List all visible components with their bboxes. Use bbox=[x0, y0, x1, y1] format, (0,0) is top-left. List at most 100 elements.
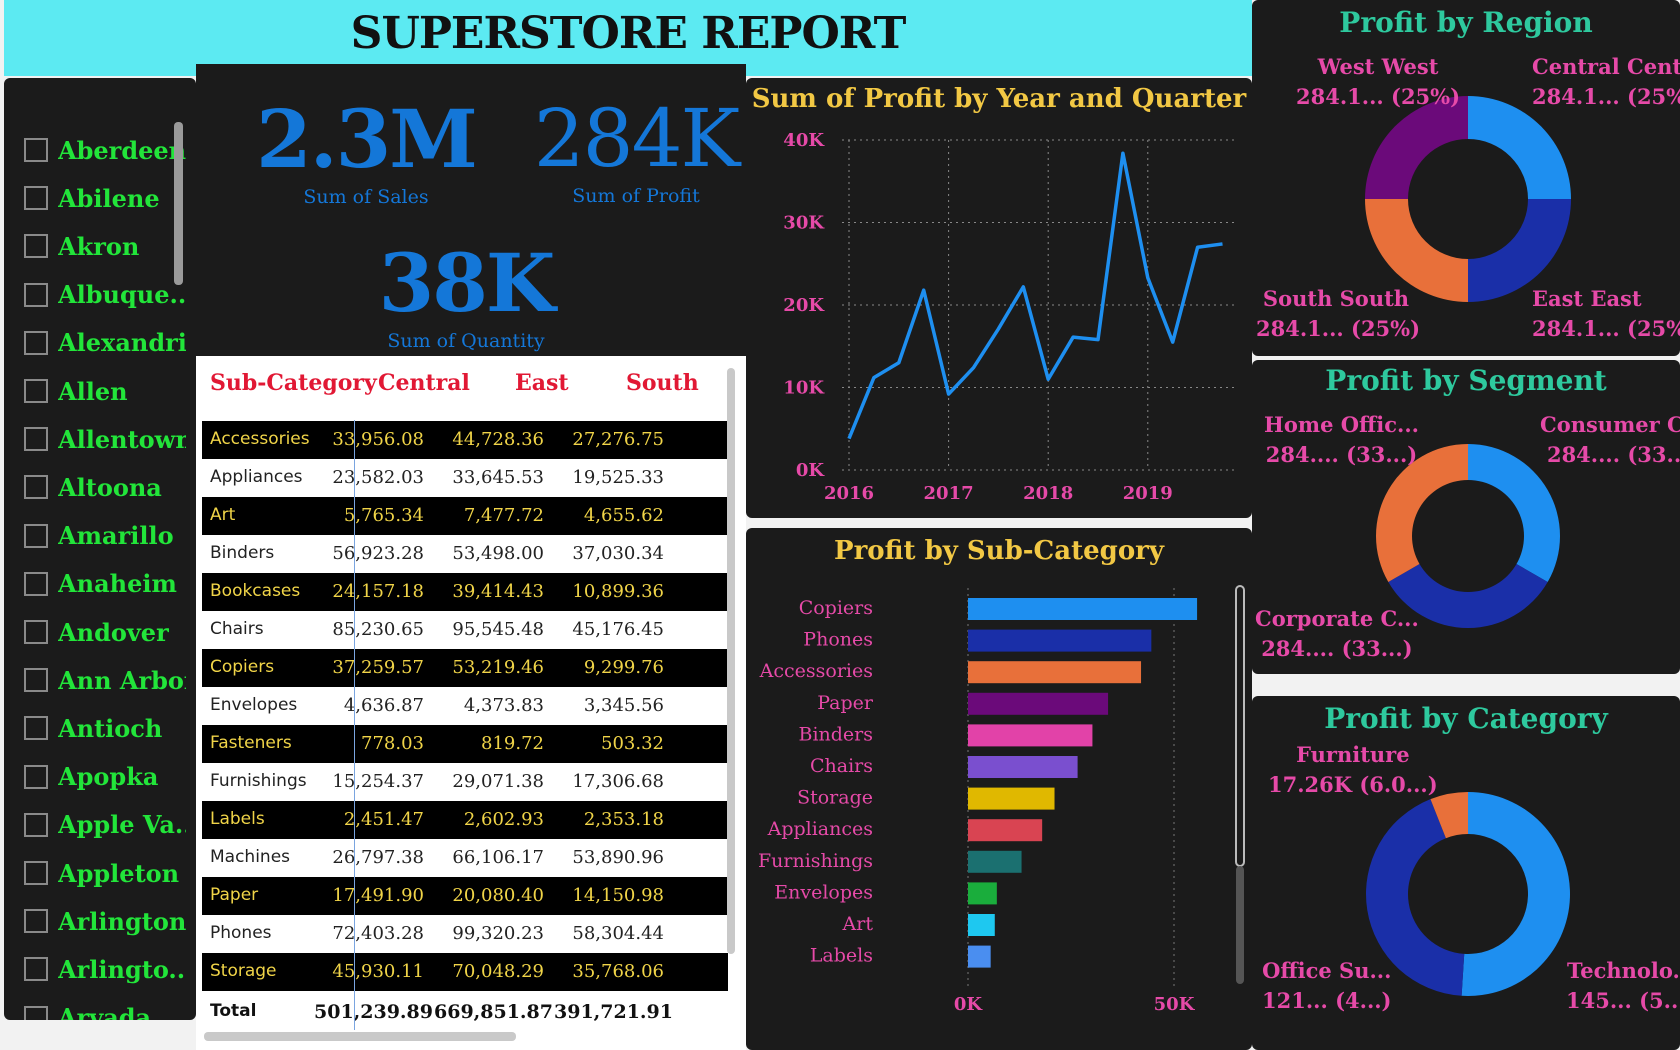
bar[interactable] bbox=[968, 629, 1152, 652]
col-header-south[interactable]: South bbox=[626, 370, 699, 396]
bar[interactable] bbox=[968, 819, 1043, 842]
profit-line[interactable] bbox=[847, 151, 1223, 440]
slicer-item[interactable]: Allentown bbox=[24, 419, 186, 459]
slicer-item[interactable]: Akron bbox=[24, 226, 186, 266]
table-row[interactable]: Fasteners 778.03 819.72 503.32 bbox=[202, 725, 728, 763]
profit-by-subcategory-chart[interactable]: Profit by Sub-Category 0K 50K Copiers Phone… bbox=[746, 528, 1252, 1050]
table-row[interactable]: Binders 56,923.28 53,498.00 37,030.34 bbox=[202, 535, 728, 573]
bar-chart-scroll-track[interactable] bbox=[1236, 866, 1244, 984]
checkbox[interactable] bbox=[24, 957, 48, 982]
table-vertical-scrollbar[interactable] bbox=[727, 368, 735, 954]
slicer-item[interactable]: Antioch bbox=[24, 708, 186, 748]
profit-by-segment-chart[interactable]: Profit by Segment Home Offic... 284.... (… bbox=[1252, 360, 1680, 674]
table-row[interactable]: Labels 2,451.47 2,602.93 2,353.18 bbox=[202, 801, 728, 839]
bar[interactable] bbox=[968, 692, 1109, 715]
slicer-item[interactable]: Arvada bbox=[24, 998, 186, 1020]
bar[interactable] bbox=[968, 598, 1198, 620]
x-tick-label: 50K bbox=[1154, 994, 1196, 1015]
slicer-item[interactable]: Andover bbox=[24, 612, 186, 652]
col-header-east[interactable]: East bbox=[515, 370, 569, 396]
table-row[interactable]: Accessories 33,956.08 44,728.36 27,276.75 bbox=[202, 421, 728, 459]
bar-chart-scrollbar[interactable] bbox=[1235, 585, 1245, 867]
slicer-item[interactable]: Appleton bbox=[24, 853, 186, 893]
bar[interactable] bbox=[968, 724, 1093, 747]
col-header-subcategory[interactable]: Sub-Category bbox=[210, 370, 377, 396]
table-row[interactable]: Art 5,765.34 7,477.72 4,655.62 bbox=[202, 497, 728, 535]
city-slicer[interactable]: Aberdeen Abilene Akron Albuque... Alexandri a… bbox=[4, 78, 196, 1020]
checkbox[interactable] bbox=[24, 668, 48, 693]
checkbox[interactable] bbox=[24, 1005, 48, 1020]
checkbox[interactable] bbox=[24, 716, 48, 741]
row-value: 17,306.68 bbox=[572, 771, 664, 792]
bar[interactable] bbox=[968, 882, 997, 905]
slicer-item[interactable]: Alexandria bbox=[24, 323, 186, 363]
slicer-item-label: Antioch bbox=[58, 713, 163, 743]
profit-by-category-chart[interactable]: Profit by Category Furniture 17.26K (6.0.… bbox=[1252, 696, 1680, 1050]
slicer-item[interactable]: Arlington bbox=[24, 901, 186, 941]
x-tick-label: 2019 bbox=[1123, 483, 1173, 504]
bar[interactable] bbox=[968, 661, 1142, 684]
slicer-item[interactable]: Albuque... bbox=[24, 275, 186, 315]
slicer-item[interactable]: Ann Arbor bbox=[24, 660, 186, 700]
table-row[interactable]: Machines 26,797.38 66,106.17 53,890.96 bbox=[202, 839, 728, 877]
slicer-item-label: Apple Va... bbox=[58, 810, 186, 840]
bar[interactable] bbox=[968, 756, 1078, 778]
slicer-item[interactable]: Apple Va... bbox=[24, 805, 186, 845]
row-value: 2,451.47 bbox=[343, 809, 424, 830]
profit-by-quarter-chart[interactable]: Sum of Profit by Year and Quarter 0K 10K 2… bbox=[746, 78, 1252, 518]
bar[interactable] bbox=[968, 945, 991, 968]
table-row[interactable]: Paper 17,491.90 20,080.40 14,150.98 bbox=[202, 877, 728, 915]
slicer-item[interactable]: Anaheim bbox=[24, 564, 186, 604]
table-row[interactable]: Phones 72,403.28 99,320.23 58,304.44 bbox=[202, 915, 728, 953]
checkbox[interactable] bbox=[24, 861, 48, 885]
checkbox[interactable] bbox=[24, 234, 48, 259]
row-value: 7,477.72 bbox=[463, 505, 544, 526]
checkbox[interactable] bbox=[24, 475, 48, 500]
slicer-item-label: Arlingto... bbox=[58, 954, 186, 984]
slicer-item[interactable]: Apopka bbox=[24, 757, 186, 797]
row-value: 56,923.28 bbox=[332, 543, 424, 564]
table-horizontal-scrollbar[interactable] bbox=[204, 1032, 516, 1041]
table-row[interactable]: Furnishings 15,254.37 29,071.38 17,306.68 bbox=[202, 763, 728, 801]
row-value: 10,899.36 bbox=[572, 581, 664, 602]
slicer-scrollbar[interactable] bbox=[174, 122, 183, 285]
table-row[interactable]: Storage 45,930.11 70,048.29 35,768.06 bbox=[202, 953, 728, 991]
row-value: 33,645.53 bbox=[452, 467, 544, 488]
slicer-item[interactable]: Amarillo bbox=[24, 516, 186, 556]
checkbox[interactable] bbox=[24, 812, 48, 837]
quantity-card: 38K Sum of Quantity bbox=[316, 236, 616, 352]
slicer-item[interactable]: Abilene bbox=[24, 178, 186, 218]
slicer-item[interactable]: Aberdeen bbox=[24, 130, 186, 170]
slicer-item[interactable]: Allen bbox=[24, 371, 186, 411]
col-header-central[interactable]: Central bbox=[378, 370, 470, 396]
slicer-item-label: Allentown bbox=[58, 424, 186, 454]
checkbox[interactable] bbox=[24, 571, 48, 596]
checkbox[interactable] bbox=[24, 909, 48, 934]
table-row[interactable]: Copiers 37,259.57 53,219.46 9,299.76 bbox=[202, 649, 728, 687]
checkbox[interactable] bbox=[24, 620, 48, 644]
checkbox[interactable] bbox=[24, 379, 48, 403]
bar[interactable] bbox=[968, 850, 1022, 873]
checkbox[interactable] bbox=[24, 138, 48, 162]
row-value: 33,956.08 bbox=[332, 429, 424, 450]
bar[interactable] bbox=[968, 914, 995, 936]
checkbox[interactable] bbox=[24, 282, 48, 307]
row-label: Copiers bbox=[210, 657, 275, 677]
table-row[interactable]: Bookcases 24,157.18 39,414.43 10,899.36 bbox=[202, 573, 728, 611]
quantity-value: 38K bbox=[378, 236, 556, 330]
slicer-item[interactable]: Altoona bbox=[24, 467, 186, 507]
row-label: Appliances bbox=[210, 467, 303, 487]
table-total-row[interactable]: Total 501,239.89 669,851.87 391,721.91 bbox=[202, 993, 728, 1031]
slicer-item[interactable]: Arlingto... bbox=[24, 949, 186, 989]
donut-slice[interactable] bbox=[1461, 792, 1570, 996]
checkbox[interactable] bbox=[24, 523, 48, 548]
table-row[interactable]: Appliances 23,582.03 33,645.53 19,525.33 bbox=[202, 459, 728, 497]
checkbox[interactable] bbox=[24, 330, 48, 355]
checkbox[interactable] bbox=[24, 427, 48, 452]
table-row[interactable]: Chairs 85,230.65 95,545.48 45,176.45 bbox=[202, 611, 728, 649]
checkbox[interactable] bbox=[24, 764, 48, 789]
bar[interactable] bbox=[968, 787, 1055, 810]
table-row[interactable]: Envelopes 4,636.87 4,373.83 3,345.56 bbox=[202, 687, 728, 725]
checkbox[interactable] bbox=[24, 186, 48, 211]
profit-by-region-chart[interactable]: Profit by Region West West 284.1... (25%)… bbox=[1252, 0, 1680, 356]
